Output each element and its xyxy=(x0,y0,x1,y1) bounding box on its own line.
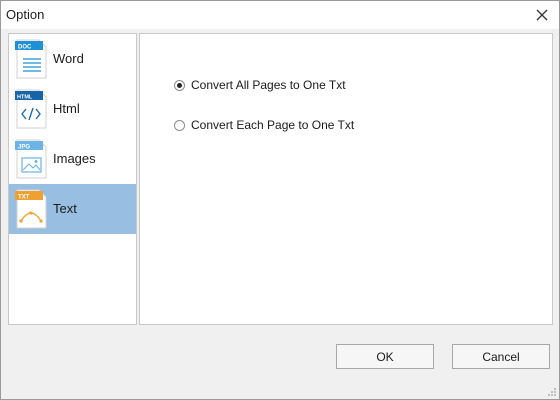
text-doc-icon: TXT xyxy=(15,189,47,229)
convert-each-radio[interactable] xyxy=(174,119,185,131)
image-badge: JPG xyxy=(18,145,30,151)
sidebar-item-images[interactable]: JPG Images xyxy=(9,134,136,184)
close-button[interactable] xyxy=(533,6,551,24)
ok-button[interactable]: OK xyxy=(336,344,434,369)
resize-grip-icon[interactable] xyxy=(547,387,557,397)
sidebar-item-label: Images xyxy=(53,151,96,166)
word-doc-icon: DOC xyxy=(15,39,47,79)
title-bar: Option xyxy=(1,1,559,29)
html-badge: HTML xyxy=(17,95,33,101)
sidebar-item-label: Text xyxy=(53,201,77,216)
image-doc-icon: JPG xyxy=(15,139,47,179)
convert-all-label: Convert All Pages to One Txt xyxy=(191,78,346,92)
convert-each-option[interactable]: Convert Each Page to One Txt xyxy=(174,116,354,134)
format-sidebar: DOC Word HTML Html JPG Images TXT Text xyxy=(8,33,137,325)
option-dialog: Option DOC Word HTML Html JPG Images TXT… xyxy=(0,0,560,400)
options-panel: Convert All Pages to One Txt Convert Eac… xyxy=(139,33,553,325)
sidebar-item-text[interactable]: TXT Text xyxy=(9,184,136,234)
sidebar-item-html[interactable]: HTML Html xyxy=(9,84,136,134)
sidebar-item-label: Html xyxy=(53,101,80,116)
html-doc-icon: HTML xyxy=(15,89,47,129)
sidebar-item-word[interactable]: DOC Word xyxy=(9,34,136,84)
word-badge: DOC xyxy=(18,45,32,51)
convert-all-radio[interactable] xyxy=(174,79,185,91)
sidebar-item-label: Word xyxy=(53,51,84,66)
close-icon xyxy=(536,9,548,21)
dialog-title: Option xyxy=(6,7,45,22)
cancel-button[interactable]: Cancel xyxy=(452,344,550,369)
text-badge: TXT xyxy=(18,195,30,201)
convert-all-option[interactable]: Convert All Pages to One Txt xyxy=(174,76,346,94)
convert-each-label: Convert Each Page to One Txt xyxy=(191,118,355,132)
